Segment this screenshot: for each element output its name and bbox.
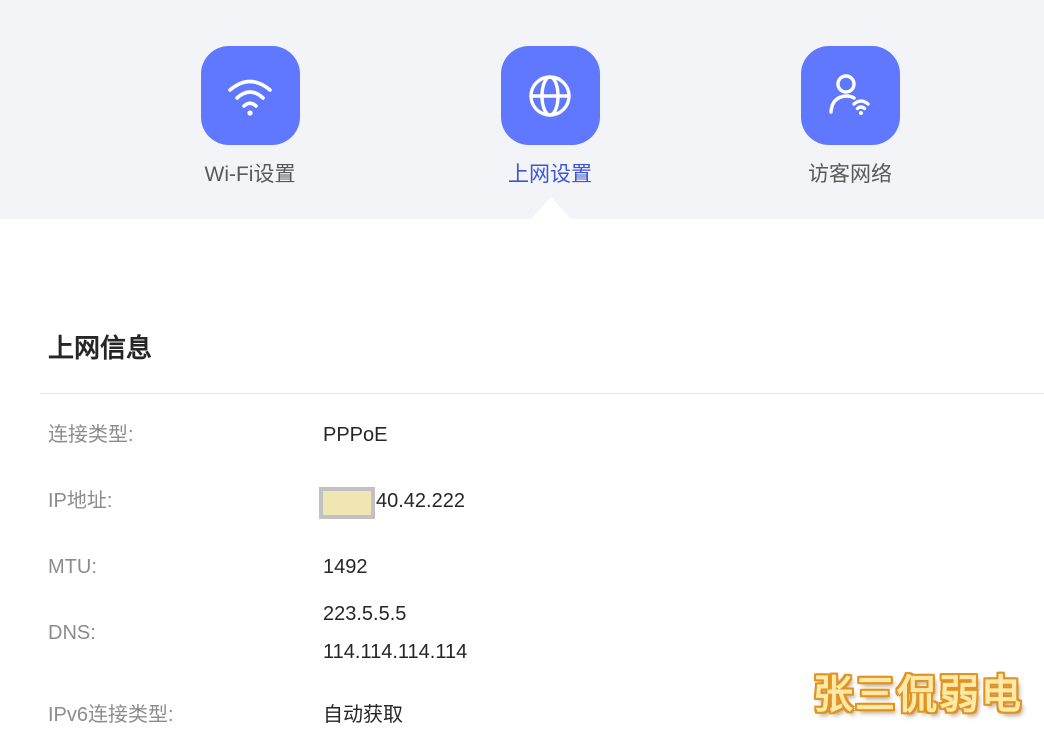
guest-network-icon-tile[interactable] xyxy=(800,46,900,145)
nav-item-guest-network[interactable]: 访客网络 xyxy=(770,46,930,187)
label-connection-type: 连接类型: xyxy=(48,424,134,446)
section-divider xyxy=(40,393,1044,394)
nav-label-internet-settings: 上网设置 xyxy=(508,163,592,186)
value-dns-primary: 223.5.5.5 xyxy=(323,603,407,625)
watermark: 张三侃弱电 xyxy=(813,672,1023,718)
globe-icon xyxy=(529,74,571,117)
label-mtu: MTU: xyxy=(48,556,97,578)
ip-redaction-mask xyxy=(319,487,375,519)
value-dns-secondary: 114.114.114.114 xyxy=(323,641,468,663)
value-ip-address: 40.42.222 xyxy=(376,490,465,512)
active-tab-pointer xyxy=(531,197,571,219)
internet-settings-icon-tile[interactable] xyxy=(500,46,600,145)
guest-user-wifi-icon xyxy=(829,73,870,115)
label-ip-address: IP地址: xyxy=(48,490,113,512)
value-connection-type: PPPoE xyxy=(323,424,388,446)
label-dns: DNS: xyxy=(48,622,96,644)
nav-label-wifi-settings: Wi-Fi设置 xyxy=(204,163,296,186)
nav-item-wifi-settings[interactable]: Wi-Fi设置 xyxy=(170,46,330,187)
wifi-settings-icon-tile[interactable] xyxy=(200,46,300,145)
nav-item-internet-settings[interactable]: 上网设置 xyxy=(470,46,630,187)
value-ipv6-connection-type: 自动获取 xyxy=(323,704,403,726)
top-navigation: Wi-Fi设置 上网设置 访客网络 xyxy=(0,0,1044,219)
value-mtu: 1492 xyxy=(323,556,368,578)
label-ipv6-connection-type: IPv6连接类型: xyxy=(48,704,174,726)
section-title: 上网信息 xyxy=(48,333,153,363)
nav-label-guest-network: 访客网络 xyxy=(808,163,892,186)
wifi-icon xyxy=(228,79,272,116)
